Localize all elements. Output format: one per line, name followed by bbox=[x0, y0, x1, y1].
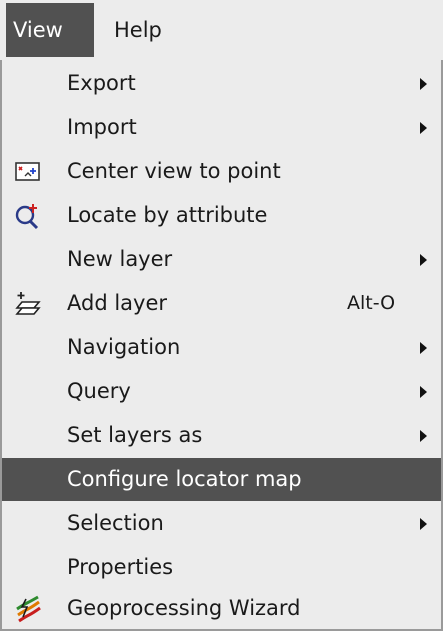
submenu-arrow-icon bbox=[420, 386, 427, 398]
menu-item-properties[interactable]: Properties bbox=[2, 546, 441, 589]
menu-item-label: New layer bbox=[67, 247, 173, 271]
submenu-arrow-icon bbox=[420, 122, 427, 134]
menu-item-label: Navigation bbox=[67, 335, 181, 359]
menu-item-label: Configure locator map bbox=[67, 467, 302, 491]
menu-item-configure-locator-map[interactable]: Configure locator map bbox=[2, 458, 441, 501]
geoprocessing-wizard-icon bbox=[14, 595, 42, 623]
menu-item-label: Import bbox=[67, 115, 137, 139]
menu-item-add-layer[interactable]: Add layer Alt-O bbox=[2, 282, 441, 325]
menu-item-geoprocessing-wizard[interactable]: Geoprocessing Wizard bbox=[2, 587, 441, 630]
submenu-arrow-icon bbox=[420, 254, 427, 266]
add-layer-icon bbox=[14, 290, 42, 318]
menu-help[interactable]: Help bbox=[102, 3, 172, 57]
submenu-arrow-icon bbox=[420, 430, 427, 442]
menu-item-label: Add layer bbox=[67, 291, 168, 315]
menu-view[interactable]: View bbox=[6, 3, 94, 57]
menu-item-label: Geoprocessing Wizard bbox=[67, 596, 301, 620]
menubar: View Help bbox=[0, 0, 443, 60]
menu-item-label: Center view to point bbox=[67, 159, 281, 183]
menu-item-selection[interactable]: Selection bbox=[2, 502, 441, 545]
view-dropdown-menu: Export Import Center view to point Locat… bbox=[0, 60, 443, 631]
menu-item-label: Locate by attribute bbox=[67, 203, 268, 227]
menu-item-import[interactable]: Import bbox=[2, 106, 441, 149]
menu-item-query[interactable]: Query bbox=[2, 370, 441, 413]
menu-item-shortcut: Alt-O bbox=[347, 292, 396, 314]
menu-item-new-layer[interactable]: New layer bbox=[2, 238, 441, 281]
submenu-arrow-icon bbox=[420, 342, 427, 354]
menu-item-navigation[interactable]: Navigation bbox=[2, 326, 441, 369]
menu-item-label: Query bbox=[67, 379, 131, 403]
submenu-arrow-icon bbox=[420, 518, 427, 530]
menu-item-set-layers-as[interactable]: Set layers as bbox=[2, 414, 441, 457]
menu-item-label: Export bbox=[67, 71, 136, 95]
center-view-icon bbox=[14, 158, 42, 186]
submenu-arrow-icon bbox=[420, 78, 427, 90]
menu-help-label: Help bbox=[114, 18, 162, 42]
menu-item-label: Selection bbox=[67, 511, 164, 535]
menu-item-label: Properties bbox=[67, 555, 174, 579]
menu-item-label: Set layers as bbox=[67, 423, 203, 447]
menu-item-locate-by-attribute[interactable]: Locate by attribute bbox=[2, 194, 441, 237]
menu-item-export[interactable]: Export bbox=[2, 62, 441, 105]
locate-attribute-icon bbox=[14, 202, 42, 230]
menu-view-label: View bbox=[13, 18, 63, 42]
menu-item-center-view-to-point[interactable]: Center view to point bbox=[2, 150, 441, 193]
